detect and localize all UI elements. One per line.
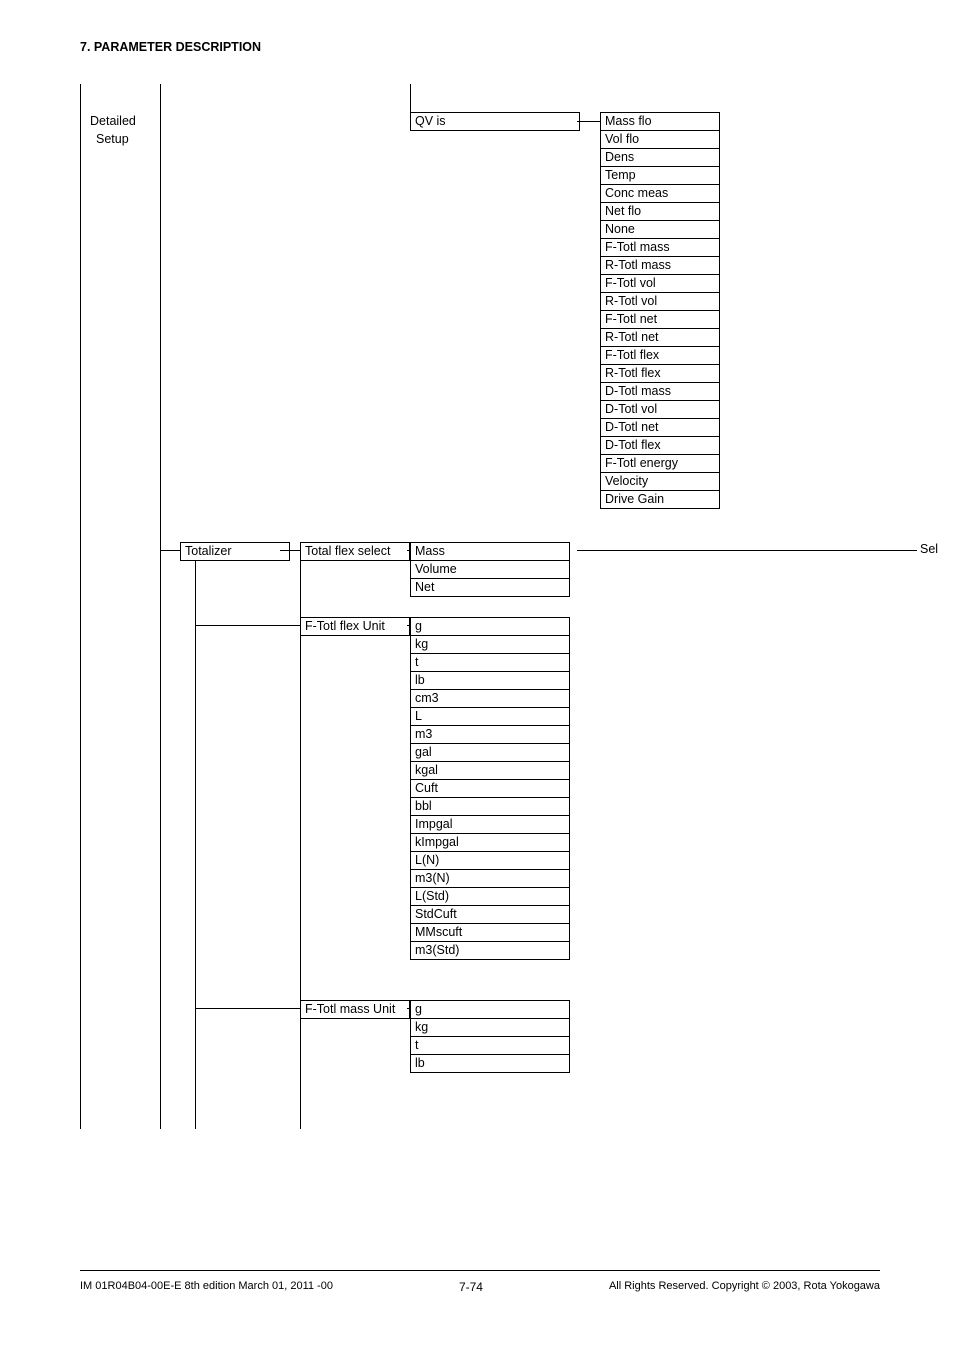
mass-unit-row: t bbox=[410, 1037, 570, 1055]
hconnect-sel bbox=[577, 550, 917, 551]
flex-unit-row: lb bbox=[410, 672, 570, 690]
footer-right: All Rights Reserved. Copyright © 2003, R… bbox=[609, 1280, 880, 1294]
flex-unit-row: g bbox=[410, 617, 570, 636]
footer-rule bbox=[80, 1270, 880, 1271]
mass-unit-row: lb bbox=[410, 1055, 570, 1073]
hconnect-g2-left bbox=[195, 625, 300, 626]
flex-unit-row: m3 bbox=[410, 726, 570, 744]
qv-toptick bbox=[410, 84, 411, 112]
trunk-line-2 bbox=[160, 84, 161, 1129]
hconnect-totalizer bbox=[160, 550, 180, 551]
group1-title: Total flex select bbox=[300, 542, 410, 561]
flex-unit-row: L(N) bbox=[410, 852, 570, 870]
footer-center: 7-74 bbox=[459, 1280, 483, 1294]
flex-unit-row: cm3 bbox=[410, 690, 570, 708]
qv-option-row: F-Totl net bbox=[600, 311, 720, 329]
footer-left: IM 01R04B04-00E-E 8th edition March 01, … bbox=[80, 1280, 333, 1294]
qv-option-row: D-Totl vol bbox=[600, 401, 720, 419]
flex-select-row: Volume bbox=[410, 561, 570, 579]
flex-unit-row: MMscuft bbox=[410, 924, 570, 942]
flex-unit-row: kg bbox=[410, 636, 570, 654]
setup-label: Setup bbox=[96, 132, 129, 146]
mass-unit-row: kg bbox=[410, 1019, 570, 1037]
qv-option-row: None bbox=[600, 221, 720, 239]
totalizer-cell: Totalizer bbox=[180, 542, 290, 561]
qv-option-row: Net flo bbox=[600, 203, 720, 221]
qv-option-row: F-Totl flex bbox=[600, 347, 720, 365]
section-header: 7. PARAMETER DESCRIPTION bbox=[80, 40, 900, 54]
qv-option-row: Temp bbox=[600, 167, 720, 185]
qv-option-row: F-Totl mass bbox=[600, 239, 720, 257]
group2-stack: gkgtlbcm3Lm3galkgalCuftbblImpgalkImpgalL… bbox=[410, 617, 570, 960]
hconnect-g1-left bbox=[280, 550, 300, 551]
flex-unit-row: kImpgal bbox=[410, 834, 570, 852]
totalizer-vline bbox=[195, 561, 196, 1129]
qv-option-row: Velocity bbox=[600, 473, 720, 491]
qv-option-row: D-Totl mass bbox=[600, 383, 720, 401]
qv-option-row: Drive Gain bbox=[600, 491, 720, 509]
group3-title: F-Totl mass Unit bbox=[300, 1000, 410, 1019]
qv-option-row: R-Totl vol bbox=[600, 293, 720, 311]
hconnect-qv bbox=[577, 121, 600, 122]
hconnect-g3-left bbox=[195, 1008, 300, 1009]
qv-is-cell: QV is bbox=[410, 112, 580, 131]
qv-option-row: Conc meas bbox=[600, 185, 720, 203]
diagram-area: Detailed Setup QV is Mass floVol floDens… bbox=[80, 84, 900, 1164]
qv-option-row: R-Totl net bbox=[600, 329, 720, 347]
group1-stack: MassVolumeNet bbox=[410, 542, 570, 597]
sel-label: Sel bbox=[920, 542, 938, 556]
flex-unit-row: m3(N) bbox=[410, 870, 570, 888]
trunk-line bbox=[80, 84, 81, 1129]
flex-unit-row: L bbox=[410, 708, 570, 726]
qv-option-row: Vol flo bbox=[600, 131, 720, 149]
flex-unit-row: bbl bbox=[410, 798, 570, 816]
mass-unit-row: g bbox=[410, 1000, 570, 1019]
qv-option-row: D-Totl flex bbox=[600, 437, 720, 455]
flex-unit-row: kgal bbox=[410, 762, 570, 780]
qv-option-row: Dens bbox=[600, 149, 720, 167]
flex-unit-row: m3(Std) bbox=[410, 942, 570, 960]
qv-option-row: R-Totl mass bbox=[600, 257, 720, 275]
qv-option-row: Mass flo bbox=[600, 112, 720, 131]
detailed-label: Detailed bbox=[90, 114, 136, 128]
flex-select-row: Net bbox=[410, 579, 570, 597]
qv-option-row: R-Totl flex bbox=[600, 365, 720, 383]
page-footer: IM 01R04B04-00E-E 8th edition March 01, … bbox=[80, 1280, 880, 1294]
flex-unit-row: gal bbox=[410, 744, 570, 762]
group3-stack: gkgtlb bbox=[410, 1000, 570, 1073]
qv-option-row: F-Totl energy bbox=[600, 455, 720, 473]
flex-unit-row: L(Std) bbox=[410, 888, 570, 906]
flex-unit-row: Cuft bbox=[410, 780, 570, 798]
flex-unit-row: t bbox=[410, 654, 570, 672]
group2-title: F-Totl flex Unit bbox=[300, 617, 410, 636]
qv-option-row: F-Totl vol bbox=[600, 275, 720, 293]
flex-unit-row: Impgal bbox=[410, 816, 570, 834]
qv-options-stack: Mass floVol floDensTempConc measNet floN… bbox=[600, 112, 720, 509]
flex-select-row: Mass bbox=[410, 542, 570, 561]
groups-vline bbox=[300, 561, 301, 1129]
flex-unit-row: StdCuft bbox=[410, 906, 570, 924]
qv-option-row: D-Totl net bbox=[600, 419, 720, 437]
